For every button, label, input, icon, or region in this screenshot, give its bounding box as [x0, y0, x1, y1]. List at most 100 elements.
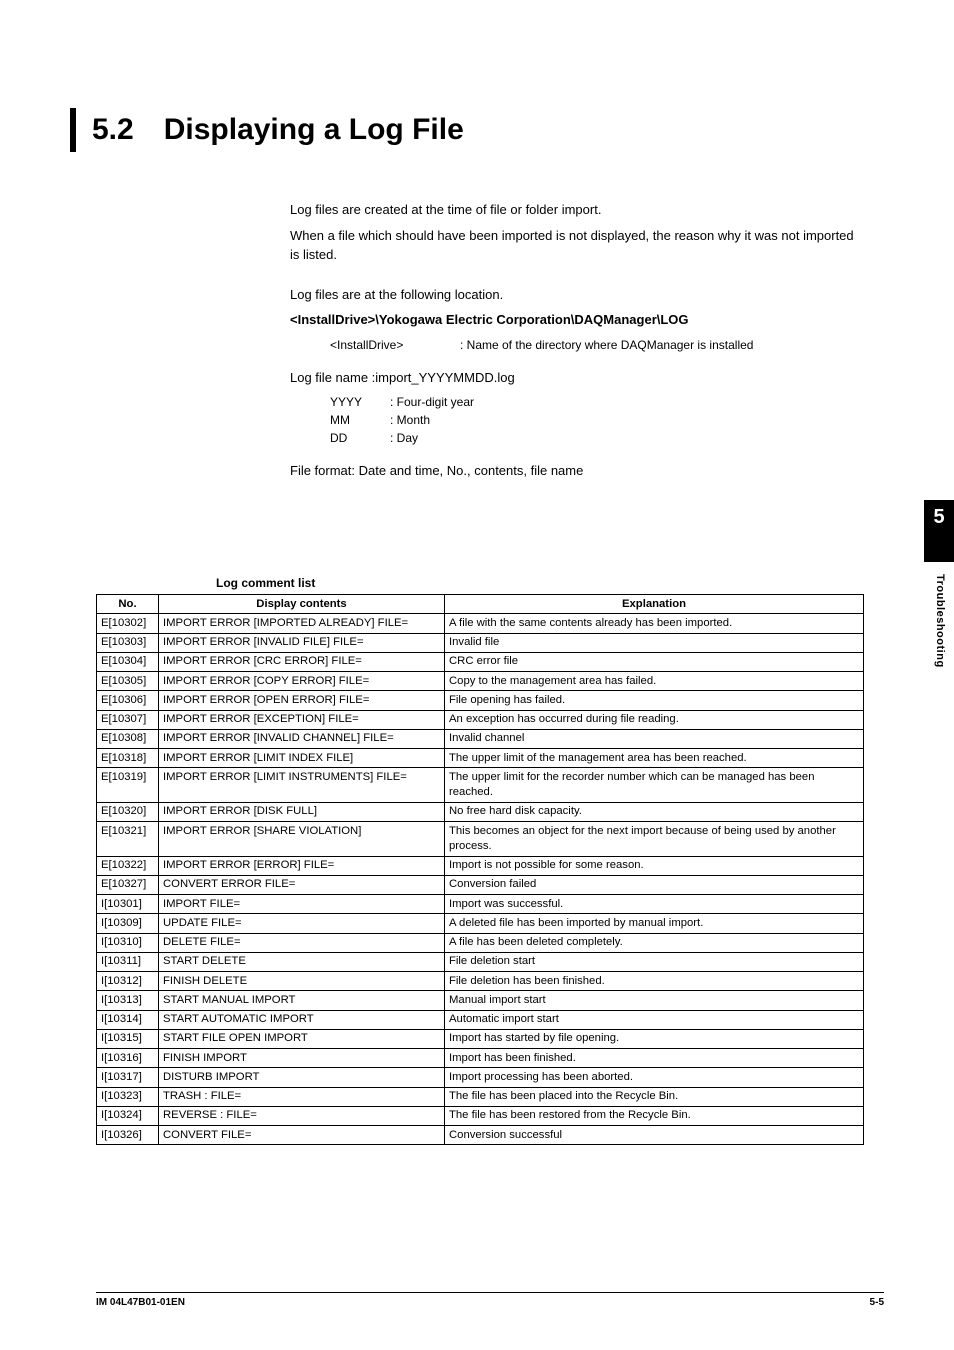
table-row: E[10307]IMPORT ERROR [EXCEPTION] FILE=An… — [97, 710, 864, 729]
cell-no: E[10318] — [97, 749, 159, 768]
cell-no: E[10304] — [97, 652, 159, 671]
table-row: I[10309]UPDATE FILE=A deleted file has b… — [97, 914, 864, 933]
intro-p5: File format: Date and time, No., content… — [290, 461, 860, 481]
table-row: I[10315]START FILE OPEN IMPORTImport has… — [97, 1029, 864, 1048]
page-footer: IM 04L47B01-01EN 5-5 — [96, 1292, 884, 1308]
cell-expl: An exception has occurred during file re… — [445, 710, 864, 729]
cell-no: E[10303] — [97, 633, 159, 652]
table-row: I[10301]IMPORT FILE=Import was successfu… — [97, 895, 864, 914]
chapter-tab: 5 — [924, 500, 954, 562]
cell-disp: IMPORT ERROR [INVALID CHANNEL] FILE= — [159, 729, 445, 748]
yyyy-val: : Four-digit year — [390, 393, 860, 411]
cell-disp: IMPORT ERROR [LIMIT INDEX FILE] — [159, 749, 445, 768]
cell-expl: CRC error file — [445, 652, 864, 671]
body-text: Log files are created at the time of fil… — [290, 200, 860, 487]
heading-number: 5.2 — [92, 113, 134, 147]
cell-disp: IMPORT ERROR [EXCEPTION] FILE= — [159, 710, 445, 729]
mm-val: : Month — [390, 411, 860, 429]
cell-disp: REVERSE : FILE= — [159, 1106, 445, 1125]
cell-disp: UPDATE FILE= — [159, 914, 445, 933]
cell-disp: IMPORT ERROR [CRC ERROR] FILE= — [159, 652, 445, 671]
cell-expl: Import processing has been aborted. — [445, 1068, 864, 1087]
section-heading: 5.2 Displaying a Log File — [70, 108, 464, 152]
table-row: I[10324]REVERSE : FILE=The file has been… — [97, 1106, 864, 1125]
cell-expl: The upper limit of the management area h… — [445, 749, 864, 768]
chapter-label: Troubleshooting — [934, 574, 946, 668]
cell-no: I[10326] — [97, 1126, 159, 1145]
installdrive-val: : Name of the directory where DAQManager… — [460, 336, 860, 354]
cell-no: E[10319] — [97, 768, 159, 803]
cell-expl: Invalid channel — [445, 729, 864, 748]
installdrive-key: <InstallDrive> — [330, 336, 460, 354]
cell-expl: Import is not possible for some reason. — [445, 856, 864, 875]
th-no: No. — [97, 595, 159, 614]
table-row: E[10319]IMPORT ERROR [LIMIT INSTRUMENTS]… — [97, 768, 864, 803]
table-row: E[10321]IMPORT ERROR [SHARE VIOLATION]Th… — [97, 822, 864, 857]
intro-p2: When a file which should have been impor… — [290, 226, 860, 265]
heading-title: Displaying a Log File — [164, 113, 464, 147]
cell-expl: File opening has failed. — [445, 691, 864, 710]
cell-expl: Automatic import start — [445, 1010, 864, 1029]
cell-expl: A deleted file has been imported by manu… — [445, 914, 864, 933]
cell-no: E[10320] — [97, 802, 159, 821]
cell-no: E[10322] — [97, 856, 159, 875]
cell-expl: Invalid file — [445, 633, 864, 652]
cell-disp: DELETE FILE= — [159, 933, 445, 952]
table-row: I[10323]TRASH : FILE=The file has been p… — [97, 1087, 864, 1106]
intro-p4: Log file name :import_YYYYMMDD.log — [290, 368, 860, 388]
cell-expl: Conversion failed — [445, 875, 864, 894]
dd-val: : Day — [390, 429, 860, 447]
yyyy-key: YYYY — [330, 393, 390, 411]
cell-disp: CONVERT ERROR FILE= — [159, 875, 445, 894]
table-row: I[10312]FINISH DELETEFile deletion has b… — [97, 972, 864, 991]
table-row: E[10306]IMPORT ERROR [OPEN ERROR] FILE=F… — [97, 691, 864, 710]
cell-no: I[10311] — [97, 952, 159, 971]
cell-disp: IMPORT ERROR [OPEN ERROR] FILE= — [159, 691, 445, 710]
cell-expl: The upper limit for the recorder number … — [445, 768, 864, 803]
heading-bar-icon — [70, 108, 76, 152]
cell-expl: File deletion start — [445, 952, 864, 971]
cell-disp: DISTURB IMPORT — [159, 1068, 445, 1087]
table-row: I[10316]FINISH IMPORTImport has been fin… — [97, 1049, 864, 1068]
dd-key: DD — [330, 429, 390, 447]
table-row: E[10302]IMPORT ERROR [IMPORTED ALREADY] … — [97, 614, 864, 633]
cell-expl: A file has been deleted completely. — [445, 933, 864, 952]
table-row: I[10310]DELETE FILE=A file has been dele… — [97, 933, 864, 952]
cell-disp: IMPORT ERROR [DISK FULL] — [159, 802, 445, 821]
cell-disp: IMPORT FILE= — [159, 895, 445, 914]
intro-path: <InstallDrive>\Yokogawa Electric Corpora… — [290, 310, 860, 330]
cell-no: I[10324] — [97, 1106, 159, 1125]
cell-disp: START AUTOMATIC IMPORT — [159, 1010, 445, 1029]
table-header-row: No. Display contents Explanation — [97, 595, 864, 614]
cell-no: E[10306] — [97, 691, 159, 710]
cell-disp: IMPORT ERROR [INVALID FILE] FILE= — [159, 633, 445, 652]
mm-key: MM — [330, 411, 390, 429]
cell-no: E[10302] — [97, 614, 159, 633]
cell-disp: IMPORT ERROR [ERROR] FILE= — [159, 856, 445, 875]
cell-expl: Import was successful. — [445, 895, 864, 914]
table-row: E[10322]IMPORT ERROR [ERROR] FILE=Import… — [97, 856, 864, 875]
cell-disp: START MANUAL IMPORT — [159, 991, 445, 1010]
cell-expl: This becomes an object for the next impo… — [445, 822, 864, 857]
cell-disp: IMPORT ERROR [IMPORTED ALREADY] FILE= — [159, 614, 445, 633]
cell-expl: Import has started by file opening. — [445, 1029, 864, 1048]
table-row: E[10305]IMPORT ERROR [COPY ERROR] FILE=C… — [97, 672, 864, 691]
table-row: E[10320]IMPORT ERROR [DISK FULL]No free … — [97, 802, 864, 821]
log-comment-table: No. Display contents Explanation E[10302… — [96, 594, 864, 1145]
cell-expl: The file has been restored from the Recy… — [445, 1106, 864, 1125]
cell-expl: Conversion successful — [445, 1126, 864, 1145]
cell-no: I[10312] — [97, 972, 159, 991]
table-row: E[10327]CONVERT ERROR FILE=Conversion fa… — [97, 875, 864, 894]
cell-expl: The file has been placed into the Recycl… — [445, 1087, 864, 1106]
cell-no: I[10310] — [97, 933, 159, 952]
cell-disp: IMPORT ERROR [COPY ERROR] FILE= — [159, 672, 445, 691]
cell-no: I[10323] — [97, 1087, 159, 1106]
th-expl: Explanation — [445, 595, 864, 614]
cell-expl: No free hard disk capacity. — [445, 802, 864, 821]
cell-no: E[10327] — [97, 875, 159, 894]
cell-no: E[10321] — [97, 822, 159, 857]
cell-expl: Copy to the management area has failed. — [445, 672, 864, 691]
cell-disp: IMPORT ERROR [LIMIT INSTRUMENTS] FILE= — [159, 768, 445, 803]
table-row: I[10326]CONVERT FILE=Conversion successf… — [97, 1126, 864, 1145]
table-row: E[10303]IMPORT ERROR [INVALID FILE] FILE… — [97, 633, 864, 652]
